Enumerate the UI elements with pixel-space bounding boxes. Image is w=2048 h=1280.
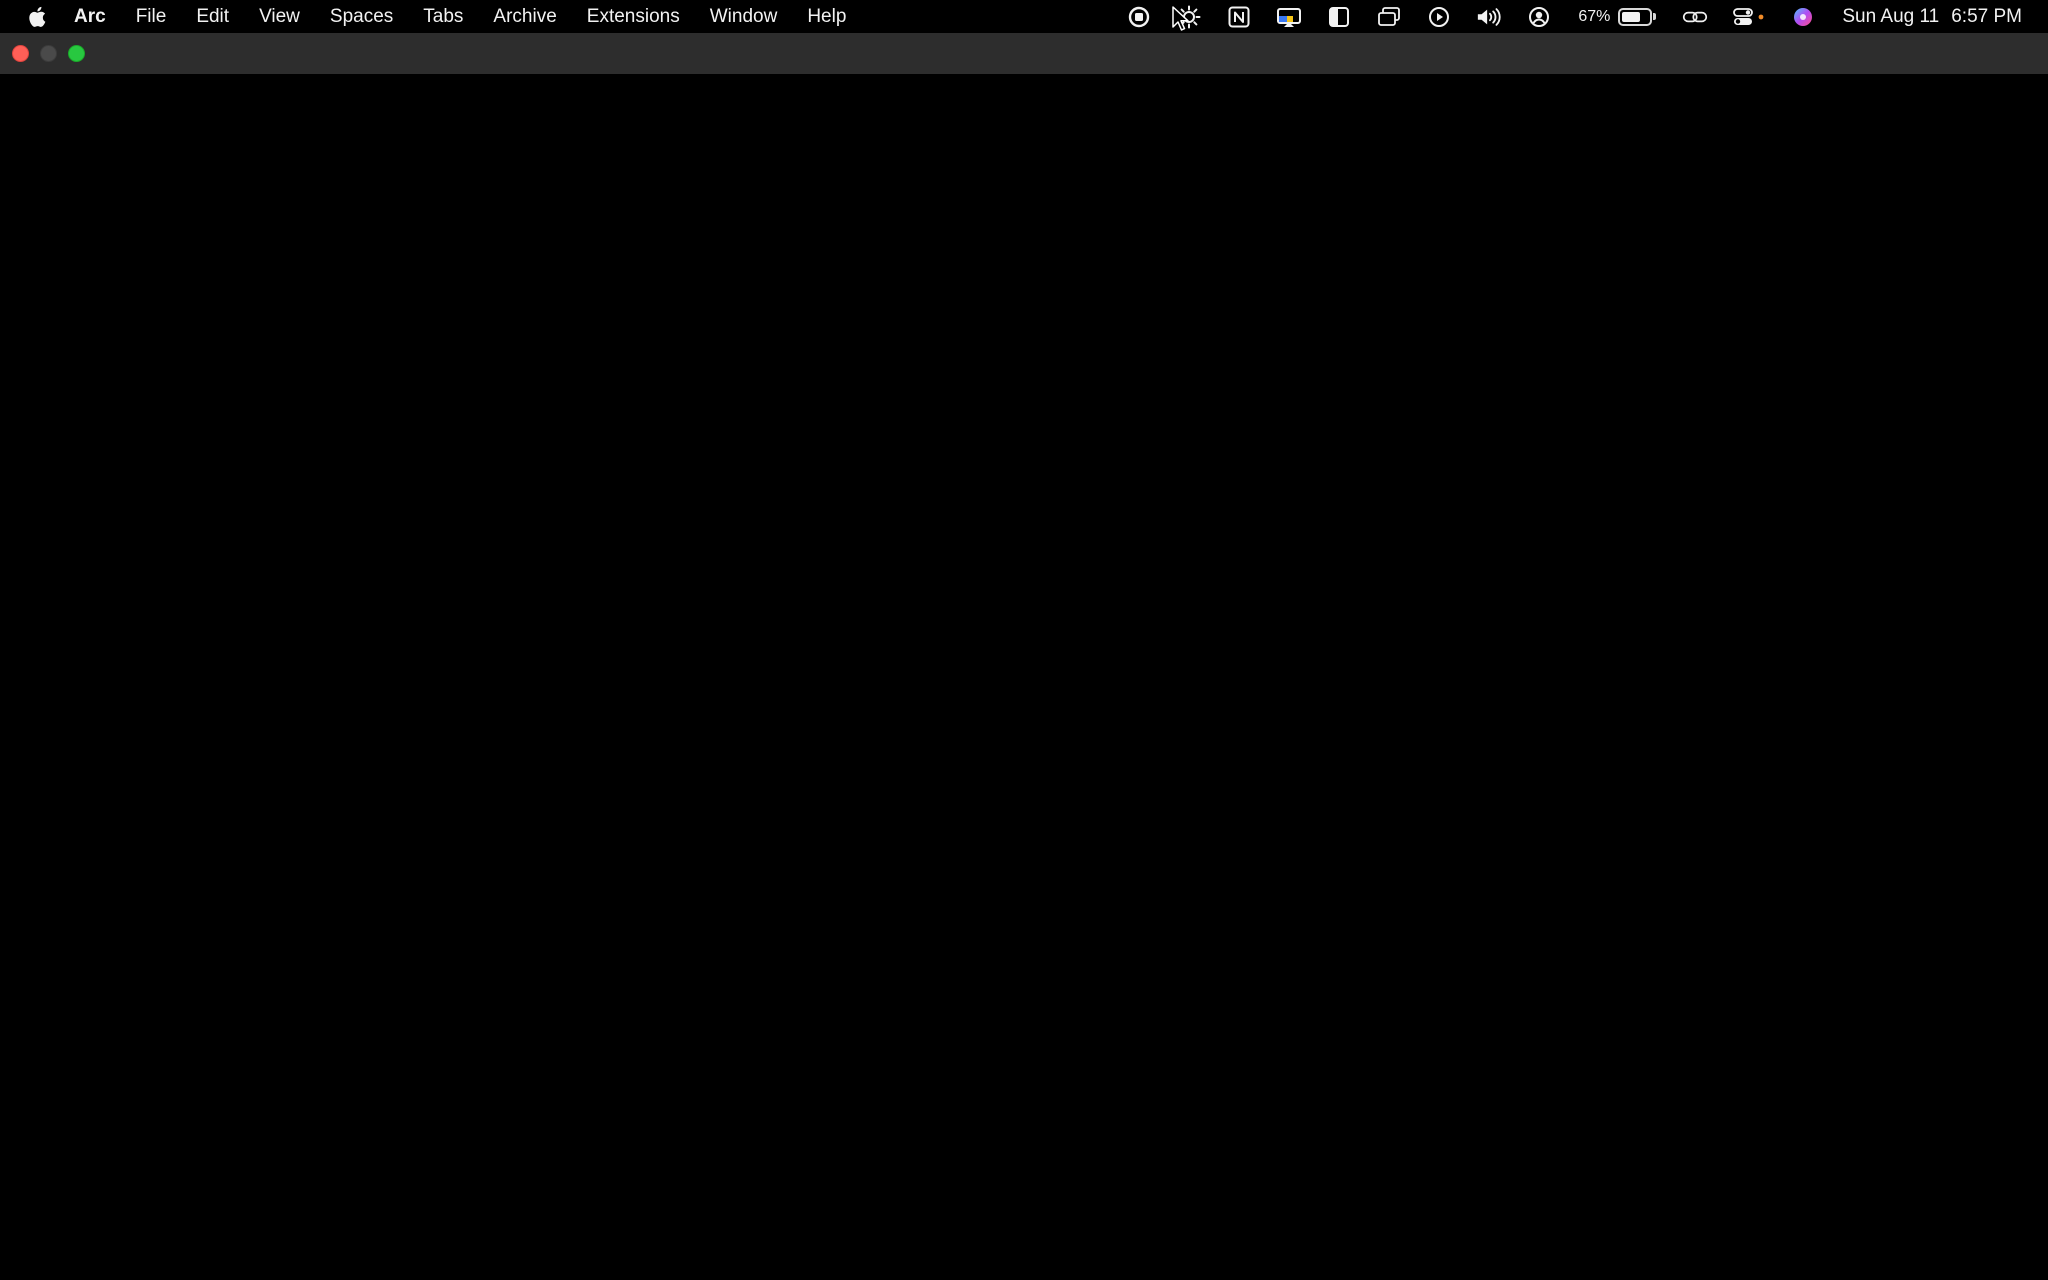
menu-view[interactable]: View (259, 0, 300, 33)
menu-tabs[interactable]: Tabs (423, 0, 463, 33)
screen-record-icon[interactable] (1126, 4, 1152, 30)
menu-help[interactable]: Help (807, 0, 846, 33)
window-title-bar[interactable] (0, 33, 2048, 74)
sidebar-icon[interactable] (1326, 4, 1352, 30)
menu-bar-left: Arc File Edit View Spaces Tabs Archive E… (0, 0, 876, 33)
window-close-button[interactable] (12, 45, 29, 62)
menu-items: Arc File Edit View Spaces Tabs Archive E… (74, 0, 876, 33)
status-bar: 67% (1102, 0, 2048, 33)
apple-logo-icon[interactable] (26, 6, 48, 28)
menu-archive[interactable]: Archive (493, 0, 556, 33)
window-minimize-button[interactable] (40, 45, 57, 62)
menu-edit[interactable]: Edit (196, 0, 229, 33)
menu-file[interactable]: File (136, 0, 167, 33)
link-icon[interactable] (1682, 4, 1708, 30)
user-account-icon[interactable] (1526, 4, 1552, 30)
menu-spaces[interactable]: Spaces (330, 0, 393, 33)
sun-brightness-icon[interactable] (1176, 4, 1202, 30)
window-stack-icon[interactable] (1376, 4, 1402, 30)
volume-icon[interactable] (1476, 4, 1502, 30)
menu-app-name[interactable]: Arc (74, 0, 106, 33)
siri-icon[interactable] (1790, 4, 1816, 30)
menu-window[interactable]: Window (710, 0, 778, 33)
menu-extensions[interactable]: Extensions (587, 0, 680, 33)
battery-icon (1618, 7, 1658, 27)
window-zoom-button[interactable] (68, 45, 85, 62)
battery-status[interactable]: 67% (1578, 7, 1658, 27)
play-circle-icon[interactable] (1426, 4, 1452, 30)
menu-bar-clock[interactable]: Sun Aug 11 6:57 PM (1842, 6, 2022, 28)
browser-content-area[interactable] (0, 74, 2048, 1280)
menu-bar: Arc File Edit View Spaces Tabs Archive E… (0, 0, 2048, 33)
notion-icon[interactable] (1226, 4, 1252, 30)
display-cast-icon[interactable] (1276, 4, 1302, 30)
clock-date: Sun Aug 11 (1842, 6, 1939, 28)
battery-percent: 67% (1578, 8, 1610, 26)
clock-time: 6:57 PM (1951, 6, 2022, 28)
desktop-screen: Arc File Edit View Spaces Tabs Archive E… (0, 0, 2048, 1280)
control-center-icon[interactable] (1732, 4, 1766, 30)
